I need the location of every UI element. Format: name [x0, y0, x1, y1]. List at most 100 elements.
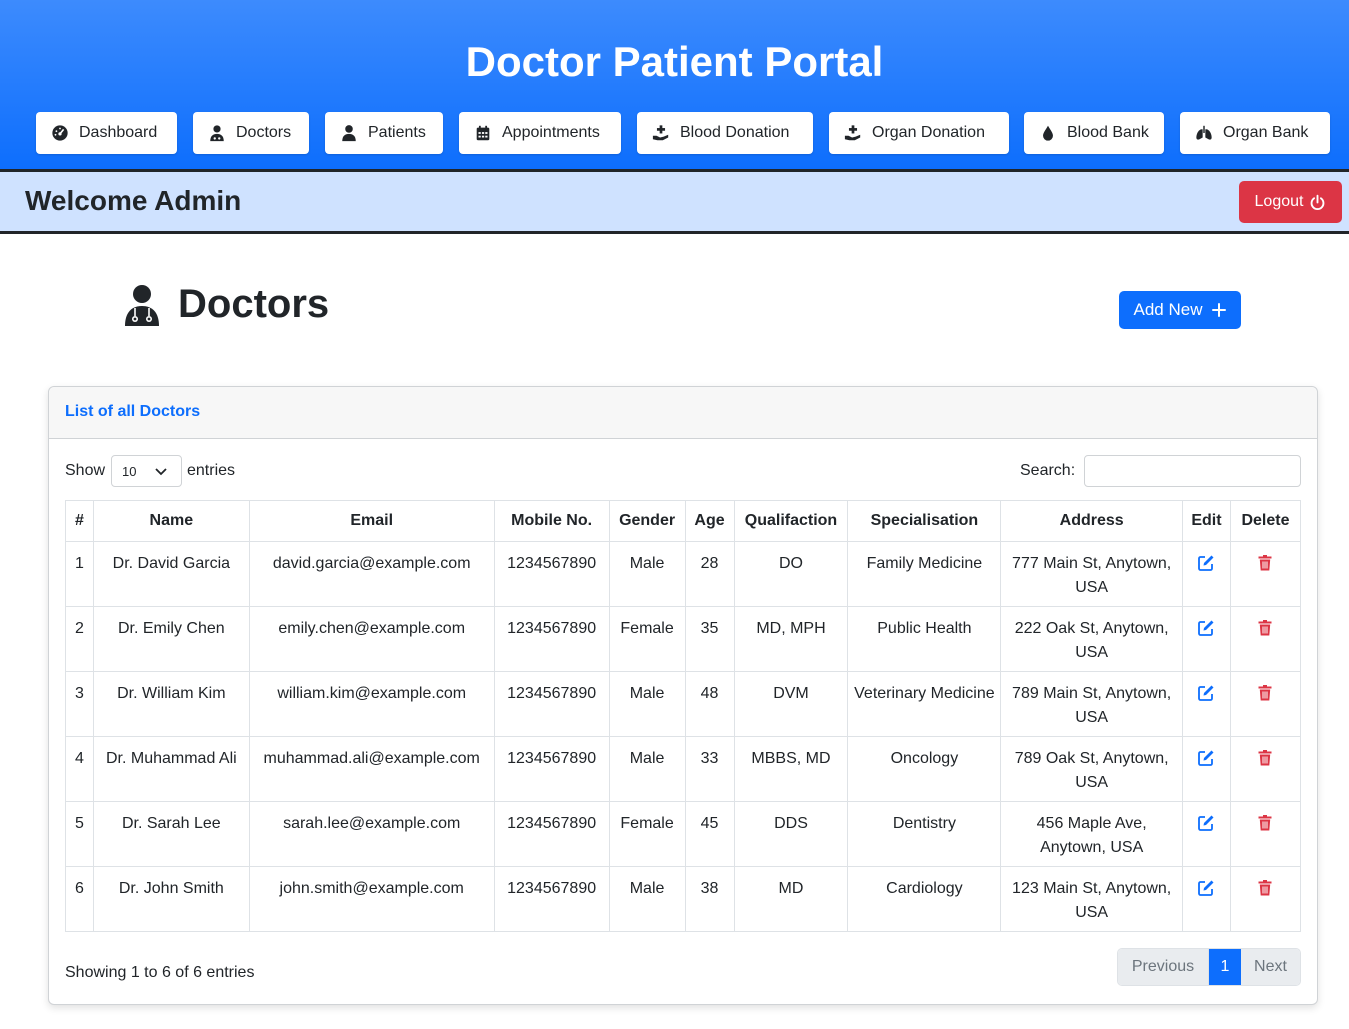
search-input[interactable] — [1084, 455, 1301, 487]
column-header[interactable]: Gender — [608, 500, 686, 542]
calendar-icon — [476, 125, 490, 141]
cell-qual: DO — [733, 541, 849, 607]
nav-blood-donation-button[interactable]: Blood Donation — [637, 112, 813, 154]
cell-spec: Oncology — [847, 736, 1002, 802]
edit-icon — [1198, 750, 1214, 766]
delete-button[interactable] — [1229, 606, 1302, 672]
cell-email: sarah.lee@example.com — [248, 801, 495, 867]
column-header[interactable]: Qualifaction — [733, 500, 849, 542]
user-doctor-icon — [210, 125, 224, 142]
cell-qual: MD, MPH — [733, 606, 849, 672]
cell-email: william.kim@example.com — [248, 671, 495, 737]
table-row: 5 Dr. Sarah Lee sarah.lee@example.com 12345… — [65, 801, 1302, 867]
edit-button[interactable] — [1181, 736, 1231, 802]
lungs-icon — [1196, 125, 1212, 140]
edit-button[interactable] — [1181, 801, 1231, 867]
delete-button[interactable] — [1229, 736, 1302, 802]
edit-icon — [1198, 815, 1214, 831]
entries-select-value: 10 — [122, 464, 137, 479]
cell-age: 28 — [684, 541, 735, 607]
column-header[interactable]: Name — [92, 500, 250, 542]
cell-addr: 456 Maple Ave, Anytown, USA — [1000, 801, 1183, 867]
cell-age: 48 — [684, 671, 735, 737]
trash-icon — [1258, 815, 1272, 831]
nav-patients-button[interactable]: Patients — [325, 112, 443, 154]
search-label: Search: — [1020, 462, 1076, 479]
user-doctor-icon — [125, 285, 159, 326]
welcome-bar: Welcome Admin Logout — [0, 172, 1349, 234]
table-header-row: # Name Email Mobile No. Gender Age Quali… — [65, 500, 1302, 542]
trash-icon — [1258, 880, 1272, 896]
edit-button[interactable] — [1181, 606, 1231, 672]
column-header[interactable]: Address — [1000, 500, 1183, 542]
previous-page-button[interactable]: Previous — [1118, 949, 1209, 985]
column-header: Edit — [1181, 500, 1231, 542]
trash-icon — [1258, 750, 1272, 766]
cell-spec: Public Health — [847, 606, 1002, 672]
cell-qual: DVM — [733, 671, 849, 737]
edit-icon — [1198, 880, 1214, 896]
portal-title: Doctor Patient Portal — [465, 38, 884, 85]
edit-icon — [1198, 620, 1214, 636]
cell-name: Dr. David Garcia — [92, 541, 250, 607]
nav-dashboard-button[interactable]: Dashboard — [36, 112, 177, 154]
nav-patients-label: Patients — [368, 124, 426, 141]
edit-icon — [1198, 685, 1214, 701]
cell-age: 45 — [684, 801, 735, 867]
cell-addr: 222 Oak St, Anytown, USA — [1000, 606, 1183, 672]
cell-gender: Male — [608, 736, 686, 802]
nav-organ-donation-button[interactable]: Organ Donation — [829, 112, 1009, 154]
add-new-button[interactable]: Add New — [1119, 291, 1241, 329]
entries-label: entries — [187, 462, 236, 479]
cell-mobile: 1234567890 — [493, 541, 610, 607]
column-header[interactable]: Age — [684, 500, 735, 542]
cell-email: muhammad.ali@example.com — [248, 736, 495, 802]
logout-label: Logout — [1254, 193, 1304, 210]
column-header[interactable]: Mobile No. — [493, 500, 610, 542]
column-header: Delete — [1229, 500, 1302, 542]
nav-organ-donation-label: Organ Donation — [872, 124, 985, 141]
trash-icon — [1258, 620, 1272, 636]
cell-addr: 123 Main St, Anytown, USA — [1000, 866, 1183, 932]
cell-num: 2 — [65, 606, 94, 672]
cell-gender: Female — [608, 606, 686, 672]
trash-icon — [1258, 555, 1272, 571]
entries-select[interactable]: 10 — [111, 455, 182, 487]
cell-email: david.garcia@example.com — [248, 541, 495, 607]
cell-name: Dr. John Smith — [92, 866, 250, 932]
nav-appointments-button[interactable]: Appointments — [459, 112, 621, 154]
delete-button[interactable] — [1229, 866, 1302, 932]
delete-button[interactable] — [1229, 801, 1302, 867]
column-header[interactable]: Specialisation — [847, 500, 1002, 542]
plus-icon — [1212, 303, 1227, 317]
page-1-button[interactable]: 1 — [1209, 949, 1241, 985]
nav-organ-bank-button[interactable]: Organ Bank — [1180, 112, 1330, 154]
cell-mobile: 1234567890 — [493, 606, 610, 672]
nav-doctors-button[interactable]: Doctors — [193, 112, 309, 154]
column-header[interactable]: Email — [248, 500, 495, 542]
next-page-button[interactable]: Next — [1241, 949, 1300, 985]
cell-age: 35 — [684, 606, 735, 672]
delete-button[interactable] — [1229, 671, 1302, 737]
column-header[interactable]: # — [65, 500, 94, 542]
cell-mobile: 1234567890 — [493, 801, 610, 867]
cell-gender: Male — [608, 541, 686, 607]
cell-addr: 789 Oak St, Anytown, USA — [1000, 736, 1183, 802]
show-label: Show — [65, 462, 106, 479]
edit-button[interactable] — [1181, 671, 1231, 737]
edit-button[interactable] — [1181, 866, 1231, 932]
logout-button[interactable]: Logout — [1239, 181, 1342, 223]
cell-spec: Family Medicine — [847, 541, 1002, 607]
nav-blood-bank-button[interactable]: Blood Bank — [1024, 112, 1164, 154]
gauge-icon — [52, 125, 68, 141]
welcome-text: Welcome Admin — [25, 185, 242, 216]
cell-name: Dr. William Kim — [92, 671, 250, 737]
nav-organ-bank-label: Organ Bank — [1223, 124, 1309, 141]
doctors-table: # Name Email Mobile No. Gender Age Quali… — [65, 500, 1302, 932]
trash-icon — [1258, 685, 1272, 701]
cell-qual: MD — [733, 866, 849, 932]
droplet-icon — [1043, 125, 1053, 141]
edit-button[interactable] — [1181, 541, 1231, 607]
delete-button[interactable] — [1229, 541, 1302, 607]
cell-gender: Male — [608, 866, 686, 932]
